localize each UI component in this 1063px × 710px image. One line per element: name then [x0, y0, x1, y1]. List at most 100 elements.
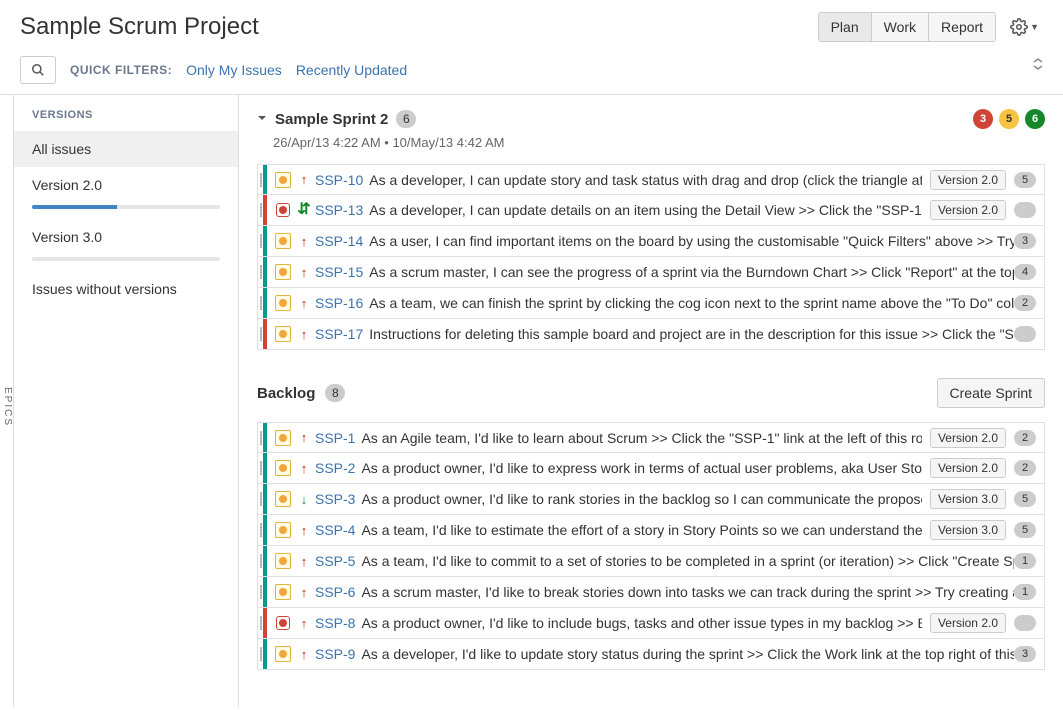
issue-row[interactable]: ↑SSP-15As a scrum master, I can see the … — [257, 257, 1045, 288]
status-todo-count[interactable]: 3 — [973, 109, 993, 129]
bug-icon — [275, 615, 291, 631]
issue-row[interactable]: ↑SSP-2As a product owner, I'd like to ex… — [257, 453, 1045, 484]
estimate-badge: 5 — [1014, 522, 1036, 538]
page-title: Sample Scrum Project — [20, 13, 259, 41]
issue-key-link[interactable]: SSP-2 — [315, 460, 355, 476]
epic-color-bar — [263, 165, 267, 194]
version-tag[interactable]: Version 2.0 — [930, 200, 1006, 220]
estimate-badge: 2 — [1014, 460, 1036, 476]
sidebar-item[interactable]: All issues — [14, 131, 238, 167]
issue-key-link[interactable]: SSP-9 — [315, 646, 355, 662]
priority-high-icon: ↑ — [297, 265, 311, 280]
issue-key-link[interactable]: SSP-16 — [315, 295, 363, 311]
version-tag[interactable]: Version 2.0 — [930, 458, 1006, 478]
sprint-issue-count: 6 — [396, 110, 416, 128]
issue-row[interactable]: ⇵ SSP-13 As a developer, I can update deta… — [257, 195, 1045, 226]
priority-high-icon: ↑ — [297, 296, 311, 311]
expand-toggle[interactable] — [1033, 58, 1043, 73]
priority-high-icon: ↑ — [297, 172, 311, 187]
epic-color-bar — [263, 484, 267, 514]
estimate-badge: 3 — [1014, 646, 1036, 662]
issue-row[interactable]: ↑SSP-4As a team, I'd like to estimate th… — [257, 515, 1045, 546]
issue-row[interactable]: ↑SSP-8As a product owner, I'd like to in… — [257, 608, 1045, 639]
story-icon — [275, 264, 291, 280]
issue-summary: As an Agile team, I'd like to learn abou… — [361, 430, 921, 446]
sidebar-item[interactable]: Version 3.0 — [14, 219, 238, 271]
epic-color-bar — [263, 319, 267, 349]
status-inprogress-count[interactable]: 5 — [999, 109, 1019, 129]
story-icon — [275, 295, 291, 311]
version-tag[interactable]: Version 3.0 — [930, 489, 1006, 509]
sidebar-item[interactable]: Issues without versions — [14, 271, 238, 307]
story-icon — [275, 584, 291, 600]
issue-row[interactable]: ↑SSP-1As an Agile team, I'd like to lear… — [257, 422, 1045, 453]
versions-sidebar: VERSIONS All issuesVersion 2.0Version 3.… — [14, 95, 239, 707]
priority-high-icon: ↑ — [297, 585, 311, 600]
sidebar-item-label: All issues — [32, 141, 220, 157]
priority-high-icon: ↑ — [297, 327, 311, 342]
search-button[interactable] — [20, 56, 56, 84]
epic-color-bar — [263, 226, 267, 256]
estimate-badge — [1014, 202, 1036, 218]
issue-key-link[interactable]: SSP-13 — [315, 202, 363, 218]
issue-row[interactable]: ↑ SSP-6 As a scrum master, I'd like to bre… — [257, 577, 1045, 608]
priority-high-icon: ↑ — [297, 461, 311, 476]
epic-color-bar — [263, 288, 267, 318]
epic-color-bar — [263, 608, 267, 638]
version-tag[interactable]: Version 3.0 — [930, 520, 1006, 540]
version-tag[interactable]: Version 2.0 — [930, 170, 1006, 190]
filter-recently-updated[interactable]: Recently Updated — [296, 62, 407, 78]
sidebar-item-label: Issues without versions — [32, 281, 220, 297]
issue-key-link[interactable]: SSP-10 — [315, 172, 363, 188]
work-tab[interactable]: Work — [872, 13, 929, 41]
sprint-collapse-toggle[interactable] — [257, 113, 267, 126]
issue-row[interactable]: ↑SSP-5As a team, I'd like to commit to a… — [257, 546, 1045, 577]
issue-summary: As a product owner, I'd like to include … — [361, 615, 921, 631]
issue-key-link[interactable]: SSP-1 — [315, 430, 355, 446]
priority-medium-icon: ⇵ — [297, 204, 311, 216]
issue-row[interactable]: ↑ SSP-16 As a team, we can finish the spri… — [257, 288, 1045, 319]
chevron-down-icon — [257, 113, 267, 123]
issue-summary: As a scrum master, I'd like to break sto… — [361, 584, 1014, 600]
create-sprint-button[interactable]: Create Sprint — [937, 378, 1045, 408]
epics-panel-toggle[interactable]: EPICS — [0, 95, 14, 707]
issue-summary: As a user, I can find important items on… — [369, 233, 1014, 249]
priority-high-icon: ↑ — [297, 647, 311, 662]
issue-row[interactable]: ↑SSP-17Instructions for deleting this sa… — [257, 319, 1045, 350]
issue-row[interactable]: ↑ SSP-10 As a developer, I can update stor… — [257, 164, 1045, 195]
sidebar-item[interactable]: Version 2.0 — [14, 167, 238, 219]
issue-key-link[interactable]: SSP-15 — [315, 264, 363, 280]
issue-row[interactable]: ↓SSP-3As a product owner, I'd like to ra… — [257, 484, 1045, 515]
issue-row[interactable]: ↑SSP-14As a user, I can find important i… — [257, 226, 1045, 257]
estimate-badge — [1014, 326, 1036, 342]
story-icon — [275, 233, 291, 249]
estimate-badge: 1 — [1014, 584, 1036, 600]
issue-summary: As a developer, I can update story and t… — [369, 172, 922, 188]
issue-key-link[interactable]: SSP-17 — [315, 326, 363, 342]
backlog-title: Backlog — [257, 385, 315, 402]
board-settings-dropdown[interactable]: ▼ — [1006, 14, 1043, 40]
issue-key-link[interactable]: SSP-6 — [315, 584, 355, 600]
version-tag[interactable]: Version 2.0 — [930, 428, 1006, 448]
status-done-count[interactable]: 6 — [1025, 109, 1045, 129]
report-tab[interactable]: Report — [929, 13, 995, 41]
issue-key-link[interactable]: SSP-14 — [315, 233, 363, 249]
plan-tab[interactable]: Plan — [819, 13, 872, 41]
estimate-badge: 1 — [1014, 553, 1036, 569]
backlog-issue-count: 8 — [325, 384, 345, 402]
epic-color-bar — [263, 546, 267, 576]
issue-summary: As a team, I'd like to estimate the effo… — [361, 522, 921, 538]
issue-key-link[interactable]: SSP-8 — [315, 615, 355, 631]
filter-only-my-issues[interactable]: Only My Issues — [186, 62, 282, 78]
estimate-badge: 4 — [1014, 264, 1036, 280]
issue-summary: As a team, we can finish the sprint by c… — [369, 295, 1014, 311]
version-tag[interactable]: Version 2.0 — [930, 613, 1006, 633]
issue-key-link[interactable]: SSP-4 — [315, 522, 355, 538]
epic-color-bar — [263, 257, 267, 287]
issue-key-link[interactable]: SSP-5 — [315, 553, 355, 569]
issue-key-link[interactable]: SSP-3 — [315, 491, 355, 507]
issue-row[interactable]: ↑SSP-9As a developer, I'd like to update… — [257, 639, 1045, 670]
issue-summary: As a developer, I can update details on … — [369, 202, 922, 218]
estimate-badge: 5 — [1014, 491, 1036, 507]
estimate-badge: 2 — [1014, 295, 1036, 311]
